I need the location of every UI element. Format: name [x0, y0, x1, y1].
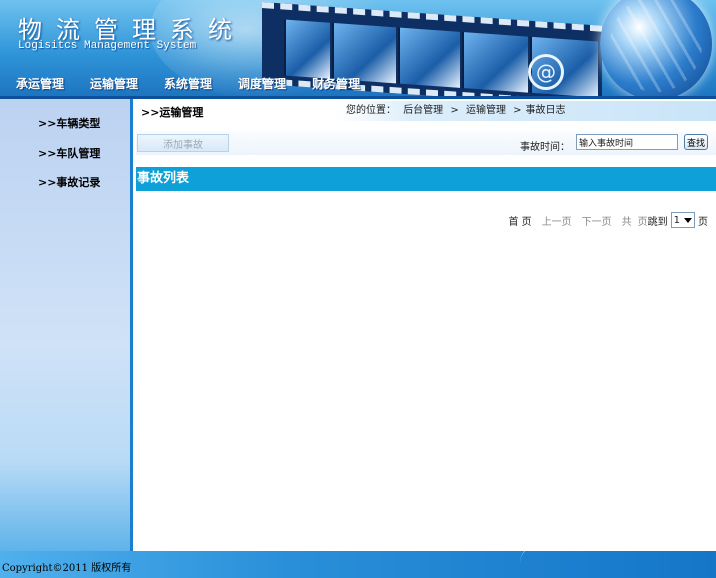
pager: 首 页 上一页 下一页 共 页 跳到 1 页: [508, 212, 708, 228]
pager-first[interactable]: 首 页: [508, 213, 531, 228]
breadcrumb-separator: >: [450, 105, 459, 116]
toolbar: 添加事故 事故时间： 查找: [136, 131, 716, 155]
section-title: >>运输管理: [141, 106, 204, 119]
footer: Copyright©2011 版权所有: [0, 551, 716, 578]
pager-next[interactable]: 下一页: [582, 213, 612, 228]
nav-item-system[interactable]: 系统管理: [164, 75, 212, 92]
nav-item-transport[interactable]: 运输管理: [90, 75, 138, 92]
pager-total-label: 共: [621, 216, 632, 228]
breadcrumb-item[interactable]: 运输管理: [466, 105, 506, 116]
globe-image: [600, 0, 712, 98]
chevron-down-icon: [684, 217, 692, 223]
page-select-value: 1: [673, 214, 680, 226]
accident-time-label: 事故时间：: [520, 142, 570, 153]
sidebar-item-accident-record[interactable]: >>事故记录: [0, 168, 130, 198]
sidebar-item-fleet[interactable]: >>车队管理: [0, 139, 130, 169]
list-header: 事故列表: [136, 167, 716, 191]
breadcrumb: 您的位置： 后台管理 > 运输管理 > 事故日志: [336, 101, 716, 121]
site-subtitle: Logisitcs Management System: [18, 40, 197, 52]
filmstrip-frame: [462, 31, 528, 93]
breadcrumb-prefix: 您的位置：: [346, 105, 396, 116]
header-banner: @ 物流管理系统 Logisitcs Management System 承运管…: [0, 0, 716, 98]
accident-time-input[interactable]: [576, 134, 678, 150]
page-select[interactable]: 1: [670, 212, 695, 228]
copyright-text: Copyright©2011 版权所有: [2, 563, 132, 574]
breadcrumb-separator: >: [513, 105, 522, 116]
sidebar-menu: >>车辆类型 >>车队管理 >>事故记录: [0, 99, 130, 198]
add-accident-button[interactable]: 添加事故: [137, 134, 229, 152]
breadcrumb-item-current: 事故日志: [525, 105, 566, 116]
sidebar: >>车辆类型 >>车队管理 >>事故记录: [0, 99, 133, 551]
nav-item-dispatch[interactable]: 调度管理: [238, 75, 286, 92]
pager-jump-label: 跳到: [647, 216, 668, 228]
at-sign-icon: @: [528, 54, 564, 90]
search-button[interactable]: 查找: [684, 134, 708, 150]
pager-prev[interactable]: 上一页: [542, 213, 572, 228]
nav-item-carrier[interactable]: 承运管理: [16, 75, 64, 92]
filmstrip-frame: [284, 19, 330, 79]
main-content: >>运输管理 您的位置： 后台管理 > 运输管理 > 事故日志 添加事故 事故时间…: [136, 99, 716, 551]
sidebar-item-vehicle-type[interactable]: >>车辆类型: [0, 109, 130, 139]
pager-pages-label: 页: [637, 216, 648, 228]
breadcrumb-item[interactable]: 后台管理: [403, 105, 443, 116]
pager-page-unit: 页: [698, 216, 708, 228]
nav-item-finance[interactable]: 财务管理: [312, 75, 360, 92]
top-nav: 承运管理 运输管理 系统管理 调度管理 财务管理: [0, 72, 420, 94]
